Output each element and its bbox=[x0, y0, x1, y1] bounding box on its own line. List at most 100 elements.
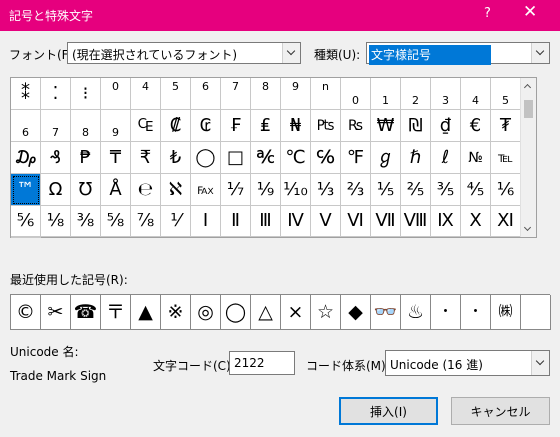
char-code-input[interactable]: 2122 bbox=[229, 351, 295, 375]
recent-symbol-cell[interactable]: ◆ bbox=[341, 295, 371, 330]
symbol-cell[interactable]: ₱ bbox=[71, 142, 101, 174]
symbol-grid-scrollbar[interactable] bbox=[520, 78, 536, 237]
symbol-cell[interactable]: 0 bbox=[101, 78, 131, 110]
recent-symbol-cell[interactable]: 👓 bbox=[371, 295, 401, 330]
cancel-button[interactable]: キャンセル bbox=[451, 397, 550, 425]
symbol-cell[interactable]: ⅐ bbox=[221, 174, 251, 206]
symbol-cell[interactable]: ℵ bbox=[161, 174, 191, 206]
symbol-cell[interactable]: ℓ bbox=[431, 142, 461, 174]
symbol-cell[interactable]: ⁝ bbox=[71, 78, 101, 110]
subset-select[interactable]: 文字様記号 bbox=[366, 42, 550, 65]
symbol-cell[interactable]: ⅗ bbox=[431, 174, 461, 206]
symbol-cell[interactable]: ⅟ bbox=[161, 206, 191, 237]
recent-symbol-cell[interactable]: × bbox=[281, 295, 311, 330]
recent-symbol-cell[interactable]: ※ bbox=[161, 295, 191, 330]
symbol-cell[interactable]: ₤ bbox=[251, 110, 281, 142]
symbol-cell[interactable]: € bbox=[461, 110, 491, 142]
symbol-cell[interactable]: ⅘ bbox=[461, 174, 491, 206]
symbol-cell[interactable]: 7 bbox=[41, 110, 71, 142]
symbol-cell[interactable]: ℏ bbox=[401, 142, 431, 174]
symbol-cell[interactable]: 1 bbox=[371, 78, 401, 110]
symbol-cell[interactable]: ₯ bbox=[11, 142, 41, 174]
symbol-cell[interactable]: 8 bbox=[71, 110, 101, 142]
symbol-cell[interactable]: ℮ bbox=[131, 174, 161, 206]
recent-symbol-cell[interactable]: ✂ bbox=[41, 295, 71, 330]
symbol-cell[interactable]: Ⅰ bbox=[191, 206, 221, 237]
symbol-cell[interactable]: ⅕ bbox=[371, 174, 401, 206]
recent-symbol-cell[interactable]: ◎ bbox=[191, 295, 221, 330]
recent-symbol-cell[interactable]: △ bbox=[251, 295, 281, 330]
symbol-cell[interactable]: 4 bbox=[131, 78, 161, 110]
symbol-cell[interactable]: ₹ bbox=[131, 142, 161, 174]
symbol-cell[interactable]: □ bbox=[221, 142, 251, 174]
symbol-cell[interactable]: ℧ bbox=[71, 174, 101, 206]
symbol-cell[interactable]: 8 bbox=[251, 78, 281, 110]
symbol-cell[interactable]: ⅖ bbox=[401, 174, 431, 206]
symbol-cell[interactable]: 9 bbox=[281, 78, 311, 110]
symbol-cell[interactable]: ℀ bbox=[251, 142, 281, 174]
symbol-cell[interactable]: ℅ bbox=[311, 142, 341, 174]
symbol-cell[interactable]: 5 bbox=[161, 78, 191, 110]
symbol-cell[interactable]: ₦ bbox=[281, 110, 311, 142]
font-dropdown-button[interactable] bbox=[282, 43, 300, 63]
from-select[interactable]: Unicode (16 進) bbox=[385, 350, 550, 376]
symbol-cell[interactable]: ₰ bbox=[41, 142, 71, 174]
symbol-cell[interactable]: Ω bbox=[41, 174, 71, 206]
symbol-cell[interactable]: 2 bbox=[401, 78, 431, 110]
symbol-cell[interactable]: ⅚ bbox=[11, 206, 41, 237]
symbol-cell[interactable]: № bbox=[461, 142, 491, 174]
symbol-cell[interactable]: ₢ bbox=[191, 110, 221, 142]
symbol-cell[interactable]: n bbox=[311, 78, 341, 110]
symbol-cell[interactable]: Ⅶ bbox=[371, 206, 401, 237]
symbol-cell[interactable]: 9 bbox=[101, 110, 131, 142]
recent-symbol-cell[interactable]: 〒 bbox=[101, 295, 131, 330]
symbol-cell[interactable]: ⅜ bbox=[71, 206, 101, 237]
symbol-cell[interactable]: 5 bbox=[491, 78, 521, 110]
symbol-cell[interactable]: Ⅱ bbox=[221, 206, 251, 237]
symbol-cell[interactable]: Ⅴ bbox=[311, 206, 341, 237]
recent-symbol-cell[interactable]: ◯ bbox=[221, 295, 251, 330]
symbol-cell[interactable]: Å bbox=[101, 174, 131, 206]
symbol-cell[interactable]: ⅞ bbox=[131, 206, 161, 237]
symbol-cell[interactable]: Ⅸ bbox=[431, 206, 461, 237]
symbol-cell[interactable]: ₩ bbox=[371, 110, 401, 142]
recent-symbol-cell[interactable]: ▲ bbox=[131, 295, 161, 330]
help-button[interactable]: ? bbox=[484, 6, 491, 21]
symbol-cell[interactable]: ⅔ bbox=[341, 174, 371, 206]
recent-symbol-cell[interactable]: ☎ bbox=[71, 295, 101, 330]
recent-symbol-cell[interactable]: ☆ bbox=[311, 295, 341, 330]
symbol-cell[interactable]: ₨ bbox=[341, 110, 371, 142]
symbol-cell[interactable]: Ⅺ bbox=[491, 206, 521, 237]
recent-symbol-cell[interactable]: ♨ bbox=[401, 295, 431, 330]
symbol-cell[interactable]: ₡ bbox=[161, 110, 191, 142]
symbol-cell[interactable]: ◯ bbox=[191, 142, 221, 174]
scroll-thumb[interactable] bbox=[524, 100, 533, 118]
symbol-cell[interactable]: ℉ bbox=[341, 142, 371, 174]
symbol-cell[interactable]: ⅒ bbox=[281, 174, 311, 206]
symbol-cell[interactable]: ⅙ bbox=[491, 174, 521, 206]
scroll-down-button[interactable] bbox=[521, 221, 536, 237]
symbol-cell[interactable]: ⅓ bbox=[311, 174, 341, 206]
font-select[interactable]: (現在選択されているフォント) bbox=[67, 42, 301, 64]
subset-dropdown-button[interactable] bbox=[531, 43, 549, 63]
symbol-cell[interactable]: Ⅷ bbox=[401, 206, 431, 237]
symbol-cell[interactable]: 4 bbox=[461, 78, 491, 110]
symbol-cell[interactable]: ₫ bbox=[431, 110, 461, 142]
recent-symbol-cell[interactable]: ㈱ bbox=[491, 295, 521, 330]
symbol-cell[interactable]: 3 bbox=[431, 78, 461, 110]
symbol-cell[interactable]: 7 bbox=[221, 78, 251, 110]
symbol-cell[interactable]: ⅑ bbox=[251, 174, 281, 206]
close-button[interactable]: ✕ bbox=[523, 4, 537, 21]
symbol-cell[interactable]: ℻ bbox=[191, 174, 221, 206]
symbol-cell[interactable]: ₧ bbox=[311, 110, 341, 142]
symbol-cell[interactable]: ⁚ bbox=[41, 78, 71, 110]
recent-symbol-cell[interactable]: © bbox=[11, 295, 41, 330]
symbol-cell[interactable]: ₣ bbox=[221, 110, 251, 142]
symbol-cell[interactable]: Ⅻ bbox=[11, 237, 41, 238]
symbol-cell[interactable]: ₸ bbox=[101, 142, 131, 174]
symbol-cell[interactable]: ℡ bbox=[491, 142, 521, 174]
recent-symbol-cell[interactable]: ・ bbox=[431, 295, 461, 330]
symbol-cell[interactable]: Ⅹ bbox=[461, 206, 491, 237]
symbol-cell[interactable]: ™ bbox=[11, 174, 41, 206]
symbol-cell[interactable]: Ⅵ bbox=[341, 206, 371, 237]
